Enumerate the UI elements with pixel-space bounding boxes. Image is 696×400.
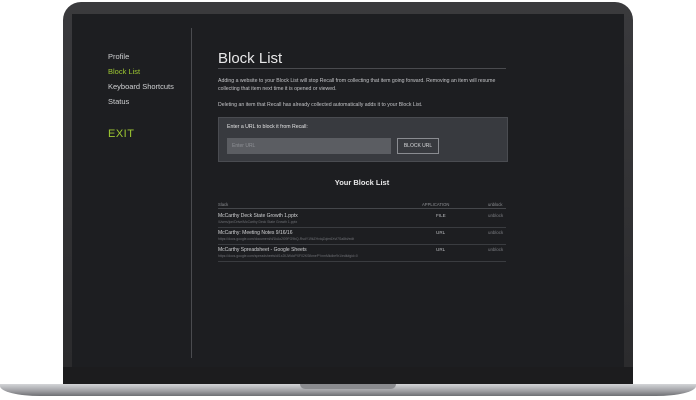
unblock-link[interactable]: unblock <box>488 247 503 252</box>
block-url-button[interactable]: BLOCK URL <box>397 138 439 154</box>
row-divider <box>218 227 506 228</box>
laptop-chin <box>63 367 633 384</box>
sidebar-item-status[interactable]: Status <box>108 97 129 106</box>
table-row: McCarthy Spreadsheet - Google Sheets htt… <box>218 247 506 263</box>
table-row: McCarthy Deck State Growth 1.pptx /Users… <box>218 213 506 229</box>
header-divider <box>218 208 506 209</box>
info-paragraph: Deleting an item that Recall has already… <box>218 102 423 108</box>
sidebar-item-profile[interactable]: Profile <box>108 52 129 61</box>
row-title: McCarthy Deck State Growth 1.pptx <box>218 213 298 219</box>
sidebar: Profile Block List Keyboard Shortcuts St… <box>72 14 191 367</box>
column-header-unblock: unblock <box>488 202 503 207</box>
intro-paragraph: Adding a website to your Block List will… <box>218 78 496 92</box>
row-type: FILE <box>436 213 446 218</box>
row-divider <box>218 244 506 245</box>
block-list-heading: Your Block List <box>334 178 390 187</box>
column-header-slack: Slack <box>218 202 229 207</box>
exit-button[interactable]: EXIT <box>108 128 134 140</box>
row-url: https://docs.google.com/document/d/1kAo2… <box>218 237 355 241</box>
row-title: McCarthy: Meeting Notes 9/16/16 <box>218 230 293 236</box>
row-url: https://docs.google.com/spreadsheets/d/1… <box>218 254 358 258</box>
row-title: McCarthy Spreadsheet - Google Sheets <box>218 247 307 253</box>
laptop-notch <box>300 384 396 389</box>
row-type: URL <box>436 247 446 252</box>
row-type: URL <box>436 230 446 235</box>
unblock-link[interactable]: unblock <box>488 213 503 218</box>
app-screen: Profile Block List Keyboard Shortcuts St… <box>72 14 624 367</box>
row-divider <box>218 261 506 262</box>
row-url: /Users/jon/Drive/McCarthy Deck State Gro… <box>218 220 298 224</box>
block-url-label: Enter a URL to block it from Recall: <box>227 124 308 130</box>
column-header-application: APPLICATION <box>422 202 450 207</box>
sidebar-divider <box>191 28 192 358</box>
unblock-link[interactable]: unblock <box>488 230 503 235</box>
url-input[interactable] <box>227 138 391 154</box>
block-url-form: Enter a URL to block it from Recall: BLO… <box>218 117 508 162</box>
title-divider <box>218 68 506 69</box>
table-row: McCarthy: Meeting Notes 9/16/16 https://… <box>218 230 506 246</box>
sidebar-item-keyboard-shortcuts[interactable]: Keyboard Shortcuts <box>108 82 174 91</box>
sidebar-item-block-list[interactable]: Block List <box>108 67 140 76</box>
page-title: Block List <box>218 50 283 67</box>
